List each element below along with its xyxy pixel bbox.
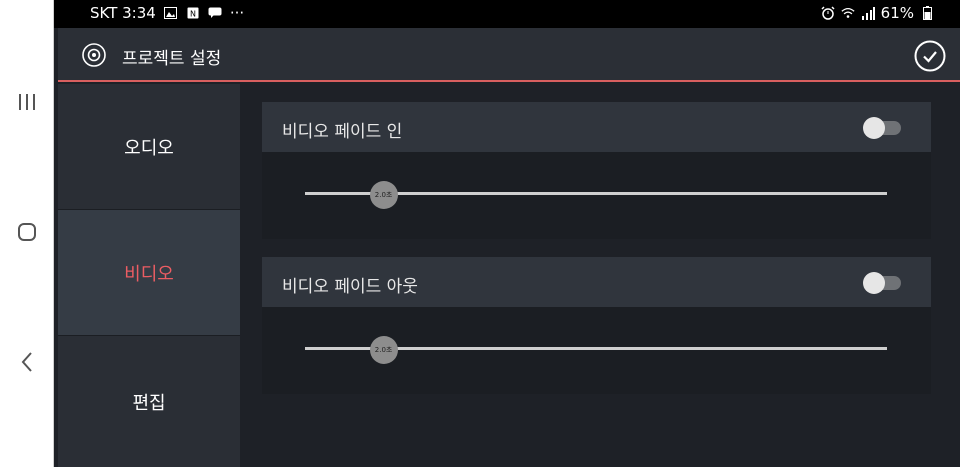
toggle-knob	[863, 117, 885, 139]
panel-header: 비디오 페이드 인	[262, 102, 931, 152]
recents-button[interactable]	[0, 80, 54, 124]
settings-sidebar: 오디오 비디오 편집	[58, 84, 240, 467]
sidebar-item-edit[interactable]: 편집	[58, 336, 240, 467]
carrier-time: SKT 3:34	[90, 4, 156, 22]
image-icon	[164, 6, 178, 20]
more-indicator: ···	[229, 4, 245, 22]
back-button[interactable]	[0, 340, 54, 384]
fade-in-toggle[interactable]	[863, 117, 901, 139]
battery-percent: 61%	[880, 4, 914, 22]
battery-icon	[920, 6, 934, 20]
status-bar: SKT 3:34 N ··· 61%	[54, 0, 960, 28]
svg-text:N: N	[190, 10, 196, 19]
sidebar-item-audio[interactable]: 오디오	[58, 84, 240, 210]
check-circle-icon[interactable]	[914, 40, 946, 72]
page-title: 프로젝트 설정	[122, 49, 222, 69]
chat-icon	[208, 6, 222, 20]
alarm-icon	[821, 6, 835, 20]
fade-out-label: 비디오 페이드 아웃	[282, 277, 418, 297]
fade-out-panel: 비디오 페이드 아웃 2.0초	[262, 257, 931, 394]
android-nav-bar	[0, 0, 54, 467]
sidebar-item-video[interactable]: 비디오	[58, 210, 240, 336]
sidebar-item-label: 편집	[132, 392, 166, 414]
slider-thumb[interactable]: 2.0초	[369, 181, 398, 209]
settings-circle-icon	[82, 43, 106, 67]
recents-icon	[19, 94, 35, 110]
fade-out-toggle[interactable]	[863, 272, 901, 294]
wifi-icon	[841, 6, 855, 20]
nfc-icon: N	[186, 6, 200, 20]
toggle-knob	[863, 272, 885, 294]
app-window: 프로젝트 설정 오디오 비디오 편집 비디오 페이드 인 2.0초 비디오 페이…	[54, 28, 960, 467]
sidebar-item-label: 오디오	[124, 137, 174, 159]
sidebar-item-label: 비디오	[124, 263, 174, 285]
fade-in-label: 비디오 페이드 인	[282, 122, 403, 142]
signal-icon	[861, 6, 875, 20]
fade-in-panel: 비디오 페이드 인 2.0초	[262, 102, 931, 239]
panel-header: 비디오 페이드 아웃	[262, 257, 931, 307]
home-icon	[18, 223, 36, 241]
app-header: 프로젝트 설정	[58, 28, 960, 82]
fade-in-slider[interactable]: 2.0초	[305, 181, 887, 209]
home-button[interactable]	[0, 210, 54, 254]
slider-thumb[interactable]: 2.0초	[369, 336, 398, 364]
fade-out-slider[interactable]: 2.0초	[305, 336, 887, 364]
back-icon	[21, 352, 32, 372]
